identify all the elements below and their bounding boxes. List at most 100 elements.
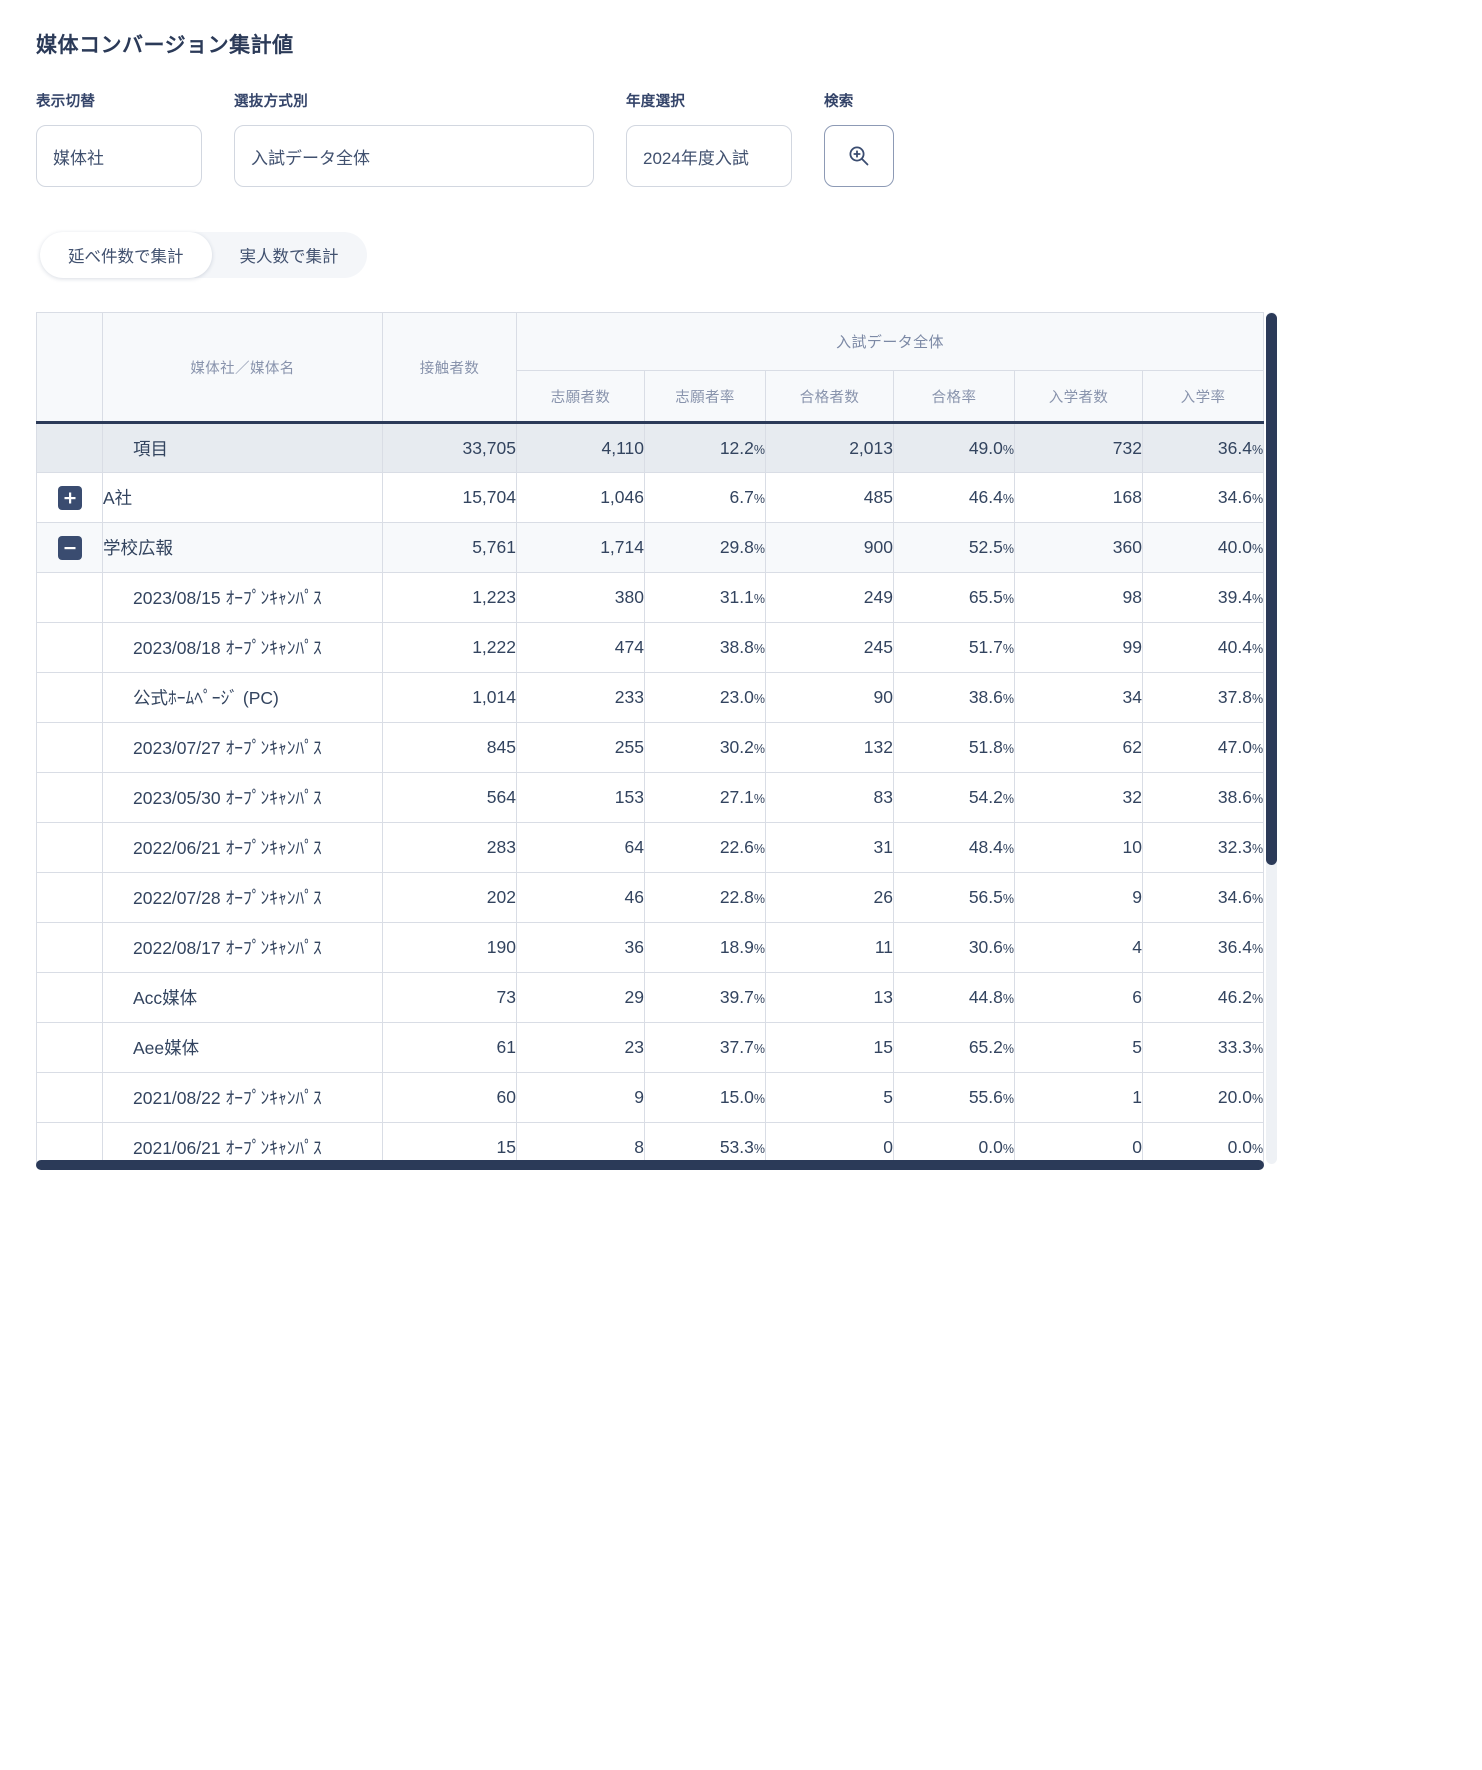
percent-sign: % xyxy=(1251,492,1264,506)
col-header-group-title: 入試データ全体 xyxy=(515,312,1264,371)
row-value: 90 xyxy=(765,672,894,723)
col-header-expand xyxy=(36,312,103,424)
table-row[interactable]: 2022/08/17 ｵｰﾌﾟﾝｷｬﾝﾊﾟｽ 190 36 18.9% 11 30.6% 4… xyxy=(36,922,1264,973)
year-select-value: 2024年度入試 xyxy=(643,148,749,168)
row-contacts: 73 xyxy=(382,972,517,1023)
row-value: 98 xyxy=(1014,572,1143,623)
media-conversion-table-container[interactable]: 媒体社／媒体名 接触者数 入試データ全体 志願者数 志願者率 合格者数 合格率 … xyxy=(36,312,1264,1164)
table-row[interactable]: 2022/07/28 ｵｰﾌﾟﾝｷｬﾝﾊﾟｽ 202 46 22.8% 26 56.5% 9… xyxy=(36,872,1264,923)
vertical-scrollbar-thumb[interactable] xyxy=(1266,313,1277,865)
tab-total-count[interactable]: 延べ件数で集計 xyxy=(40,232,212,278)
percent-sign: % xyxy=(753,1142,765,1156)
row-label: 2022/07/28 ｵｰﾌﾟﾝｷｬﾝﾊﾟｽ xyxy=(102,872,383,923)
tab-unique-count[interactable]: 実人数で集計 xyxy=(212,232,367,278)
row-label: Aee媒体 xyxy=(102,1022,383,1073)
table-row[interactable]: 2021/06/21 ｵｰﾌﾟﾝｷｬﾝﾊﾟｽ 15 8 53.3% 0 0.0% 0 0.0% xyxy=(36,1122,1264,1164)
row-value: 49.0% xyxy=(893,422,1015,473)
row-value: 38.6% xyxy=(893,672,1015,723)
row-value: 38.6% xyxy=(1141,772,1264,823)
row-value: 1,714 xyxy=(516,522,645,573)
row-value: 9 xyxy=(516,1072,645,1123)
table-row[interactable]: Aee媒体 61 23 37.7% 15 65.2% 5 33.3% xyxy=(36,1022,1264,1073)
table-row[interactable]: A社 15,704 1,046 6.7% 485 46.4% 168 34.6% xyxy=(36,472,1264,523)
row-value-number: 27.1 xyxy=(719,787,754,807)
selection-method-select[interactable]: 入試データ全体 xyxy=(234,125,594,187)
row-value-number: 46.2 xyxy=(1217,987,1252,1007)
percent-sign: % xyxy=(753,492,765,506)
row-value: 2,013 xyxy=(765,422,894,473)
row-value: 900 xyxy=(765,522,894,573)
table-row[interactable]: 2021/08/22 ｵｰﾌﾟﾝｷｬﾝﾊﾟｽ 60 9 15.0% 5 55.6% 1 20.… xyxy=(36,1072,1264,1123)
row-value-number: 65.2 xyxy=(968,1037,1003,1057)
row-toggle-cell[interactable] xyxy=(36,522,103,573)
percent-sign: % xyxy=(1002,992,1014,1006)
percent-sign: % xyxy=(753,1042,765,1056)
row-label: 公式ﾎｰﾑﾍﾟｰｼﾞ (PC) xyxy=(102,672,383,723)
table-row[interactable]: 2023/08/18 ｵｰﾌﾟﾝｷｬﾝﾊﾟｽ 1,222 474 38.8% 245 51… xyxy=(36,622,1264,673)
percent-sign: % xyxy=(753,592,765,606)
percent-sign: % xyxy=(1002,1042,1014,1056)
media-conversion-table: 媒体社／媒体名 接触者数 入試データ全体 志願者数 志願者率 合格者数 合格率 … xyxy=(36,312,1264,1164)
percent-sign: % xyxy=(1251,792,1264,806)
row-value: 27.1% xyxy=(644,772,766,823)
display-switch-select[interactable]: 媒体社 xyxy=(36,125,202,187)
row-value: 380 xyxy=(516,572,645,623)
percent-sign: % xyxy=(1002,642,1014,656)
row-value: 485 xyxy=(765,472,894,523)
row-toggle-cell xyxy=(36,1072,103,1123)
row-label: 2023/07/27 ｵｰﾌﾟﾝｷｬﾝﾊﾟｽ xyxy=(102,722,383,773)
row-contacts: 5,761 xyxy=(382,522,517,573)
row-toggle-cell xyxy=(36,572,103,623)
table-row[interactable]: 学校広報 5,761 1,714 29.8% 900 52.5% 360 40.0% xyxy=(36,522,1264,573)
horizontal-scrollbar-thumb[interactable] xyxy=(36,1160,1264,1170)
table-body: 項目 33,705 4,110 12.2% 2,013 49.0% 732 36.4% A社 15… xyxy=(36,422,1264,1164)
row-value: 249 xyxy=(765,572,894,623)
expand-row-icon[interactable] xyxy=(57,485,82,510)
row-value: 53.3% xyxy=(644,1122,766,1164)
collapse-row-icon[interactable] xyxy=(57,535,82,560)
filter-label-selection-method: 選抜方式別 xyxy=(234,94,308,110)
percent-sign: % xyxy=(1251,942,1264,956)
row-value: 0.0% xyxy=(893,1122,1015,1164)
row-value: 34 xyxy=(1014,672,1143,723)
row-value: 8 xyxy=(516,1122,645,1164)
percent-sign: % xyxy=(1251,842,1264,856)
percent-sign: % xyxy=(753,1092,765,1106)
percent-sign: % xyxy=(1251,892,1264,906)
row-value-number: 46.4 xyxy=(968,487,1003,507)
row-value-number: 36.4 xyxy=(1217,937,1252,957)
row-contacts: 845 xyxy=(382,722,517,773)
year-select[interactable]: 2024年度入試 xyxy=(626,125,792,187)
row-value-number: 34.6 xyxy=(1217,487,1252,507)
row-value: 39.4% xyxy=(1141,572,1264,623)
row-value: 15 xyxy=(765,1022,894,1073)
row-value: 30.6% xyxy=(893,922,1015,973)
row-value-number: 36.4 xyxy=(1217,437,1252,458)
table-row[interactable]: 2023/08/15 ｵｰﾌﾟﾝｷｬﾝﾊﾟｽ 1,223 380 31.1% 249 65… xyxy=(36,572,1264,623)
row-value-number: 40.0 xyxy=(1217,537,1252,557)
row-value: 36.4% xyxy=(1141,922,1264,973)
table-row[interactable]: 2023/07/27 ｵｰﾌﾟﾝｷｬﾝﾊﾟｽ 845 255 30.2% 132 51.8… xyxy=(36,722,1264,773)
row-label: 項目 xyxy=(102,422,383,473)
row-label: Acc媒体 xyxy=(102,972,383,1023)
row-value: 5 xyxy=(1014,1022,1143,1073)
row-value-number: 34.6 xyxy=(1217,887,1252,907)
row-value-number: 54.2 xyxy=(968,787,1003,807)
row-value: 732 xyxy=(1014,422,1143,473)
row-toggle-cell[interactable] xyxy=(36,472,103,523)
row-value: 11 xyxy=(765,922,894,973)
row-value-number: 39.7 xyxy=(719,987,754,1007)
search-button[interactable] xyxy=(824,125,894,187)
table-row[interactable]: 2022/06/21 ｵｰﾌﾟﾝｷｬﾝﾊﾟｽ 283 64 22.6% 31 48.4% 1… xyxy=(36,822,1264,873)
row-value-number: 15.0 xyxy=(719,1087,754,1107)
row-value-number: 20.0 xyxy=(1217,1087,1252,1107)
table-row[interactable]: Acc媒体 73 29 39.7% 13 44.8% 6 46.2% xyxy=(36,972,1264,1023)
table-row[interactable]: 公式ﾎｰﾑﾍﾟｰｼﾞ (PC) 1,014 233 23.0% 90 38.6% 34 37.… xyxy=(36,672,1264,723)
row-value: 38.8% xyxy=(644,622,766,673)
row-value: 153 xyxy=(516,772,645,823)
row-value-number: 0.0 xyxy=(978,1137,1003,1157)
table-row[interactable]: 2023/05/30 ｵｰﾌﾟﾝｷｬﾝﾊﾟｽ 564 153 27.1% 83 54.2%… xyxy=(36,772,1264,823)
row-contacts: 1,014 xyxy=(382,672,517,723)
row-value-number: 33.3 xyxy=(1217,1037,1252,1057)
table-row[interactable]: 項目 33,705 4,110 12.2% 2,013 49.0% 732 36.4% xyxy=(36,422,1264,473)
